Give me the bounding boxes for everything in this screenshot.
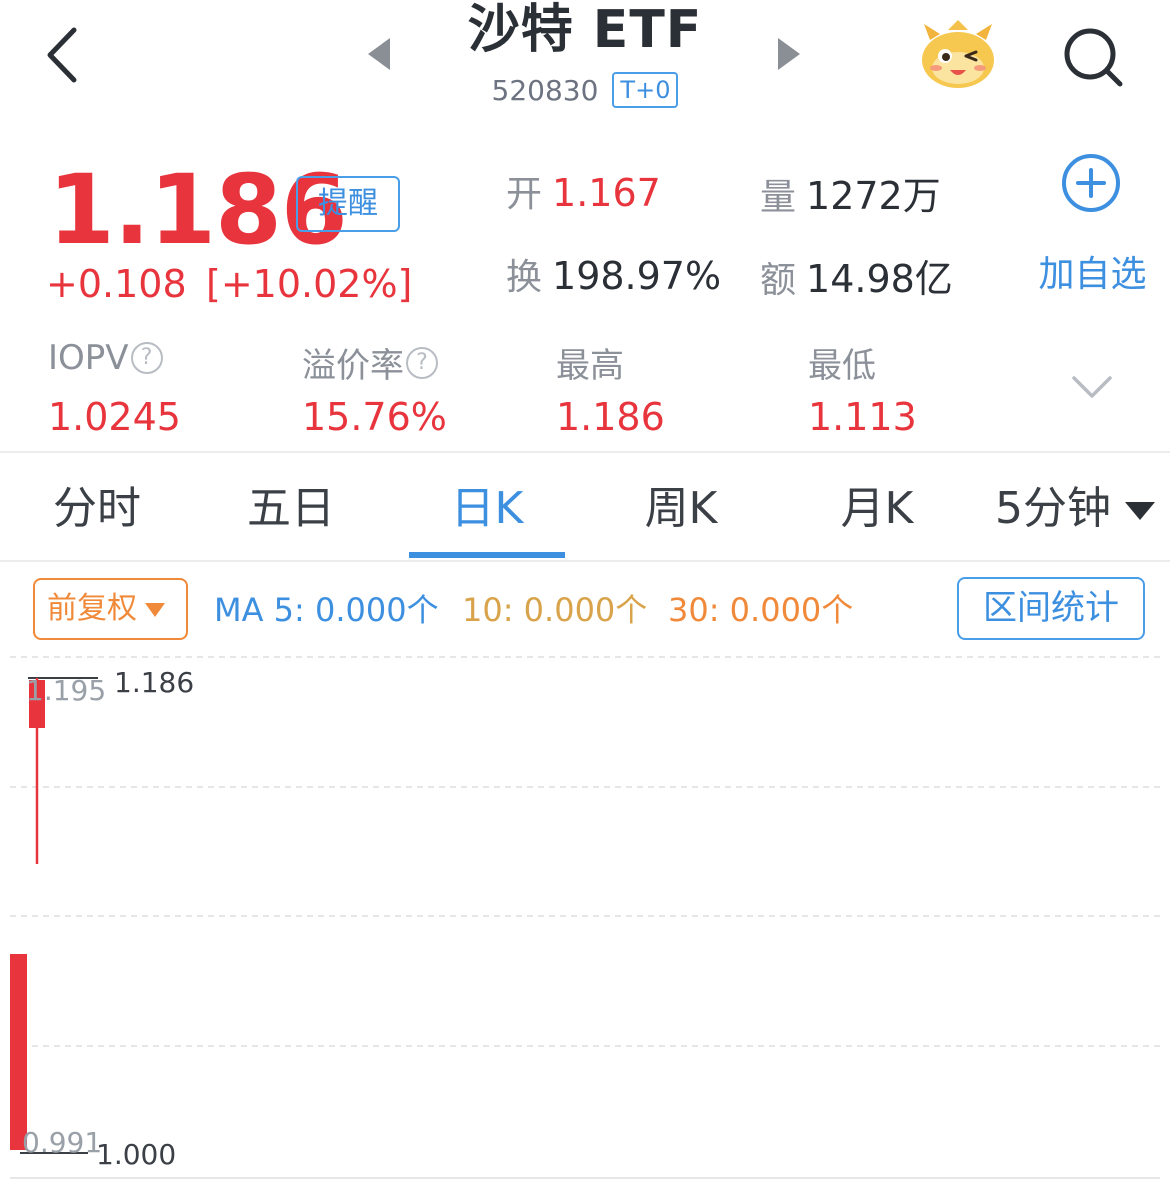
volume-value: 1272万 [806, 174, 941, 218]
axis-top-label: 1.195 [26, 674, 107, 707]
premium-label-group: 溢价率 ? [302, 338, 438, 387]
help-icon[interactable]: ? [130, 342, 163, 374]
turnover-label: 换 [506, 257, 543, 298]
turnover-stat: 换 198.97% [506, 248, 721, 300]
back-button[interactable] [30, 20, 100, 90]
tab-daily-k[interactable]: 日K [412, 455, 562, 560]
ma5-readout: MA 5: 0.000个 [214, 591, 439, 629]
tab-intraday[interactable]: 分时 [22, 455, 172, 560]
iopv-label-group: IOPV ? [48, 338, 163, 378]
tab-five-day[interactable]: 五日 [216, 455, 366, 560]
price-adjust-dropdown[interactable]: 前复权 [33, 578, 188, 640]
tab-five-minute-label: 5分钟 [995, 483, 1111, 534]
open-label: 开 [506, 174, 543, 215]
chevron-down-icon[interactable] [1070, 368, 1114, 404]
volume-stat: 量 1272万 [760, 165, 941, 220]
volume-bar [10, 954, 27, 1150]
search-button[interactable] [1058, 22, 1128, 92]
open-stat: 开 1.167 [506, 165, 661, 217]
amount-value: 14.98亿 [806, 257, 953, 301]
chart-period-tabs: 分时 五日 日K 周K 月K 5分钟 [0, 455, 1170, 560]
price-change-percent: [+10.02%] [206, 262, 413, 306]
range-stats-button[interactable]: 区间统计 [957, 577, 1145, 640]
add-watchlist-label: 加自选 [1038, 254, 1147, 295]
next-arrow-icon[interactable] [778, 38, 800, 70]
kline-chart-canvas [10, 656, 1160, 1179]
kline-chart[interactable]: 1.195 1.186 0.991 1.000 [0, 650, 1170, 1185]
mascot-icon[interactable] [918, 18, 998, 90]
amount-label: 额 [760, 260, 797, 301]
dropdown-caret-icon [1125, 502, 1155, 520]
open-value: 1.167 [552, 171, 661, 215]
axis-bottom-label: 0.991 [22, 1126, 103, 1159]
back-arrow-icon [47, 27, 77, 83]
top-nav-bar: 沙特 ETF 520830 T+0 [0, 0, 1170, 130]
alert-button[interactable]: 提醒 [296, 176, 400, 232]
add-circle-icon [1062, 154, 1120, 212]
tabs-divider [0, 560, 1170, 562]
amount-stat: 额 14.98亿 [760, 248, 953, 303]
tab-weekly-k[interactable]: 周K [606, 455, 756, 560]
page-title: 沙特 ETF [467, 0, 703, 60]
security-code-row: 520830 T+0 [440, 70, 730, 110]
price-adjust-label: 前复权 [47, 591, 137, 626]
search-icon [1064, 28, 1123, 87]
active-tab-indicator [409, 552, 565, 558]
premium-value: 15.76% [302, 395, 447, 439]
price-change: +0.108 [46, 262, 187, 306]
security-code: 520830 [491, 73, 599, 107]
iopv-value: 1.0245 [48, 395, 181, 439]
ma10-readout: 10: 0.000个 [462, 591, 648, 629]
turnover-value: 198.97% [552, 254, 722, 298]
section-divider [0, 451, 1170, 453]
low-label: 最低 [808, 346, 876, 386]
iopv-label: IOPV [48, 338, 129, 378]
dropdown-caret-icon [145, 602, 165, 617]
high-value: 1.186 [556, 395, 665, 439]
low-price-label: 1.000 [96, 1138, 177, 1171]
premium-label: 溢价率 [302, 346, 404, 386]
prev-arrow-icon[interactable] [368, 38, 390, 70]
trade-badge: T+0 [612, 72, 679, 108]
ma30-readout: 30: 0.000个 [668, 591, 854, 629]
add-watchlist-button[interactable]: 加自选 [1030, 150, 1155, 295]
high-label: 最高 [556, 346, 624, 386]
high-price-label: 1.186 [114, 666, 195, 699]
tab-monthly-k[interactable]: 月K [802, 455, 952, 560]
volume-label: 量 [760, 177, 797, 218]
low-value: 1.113 [808, 395, 917, 439]
tab-five-minute[interactable]: 5分钟 [990, 455, 1160, 560]
help-icon[interactable]: ? [406, 346, 438, 379]
